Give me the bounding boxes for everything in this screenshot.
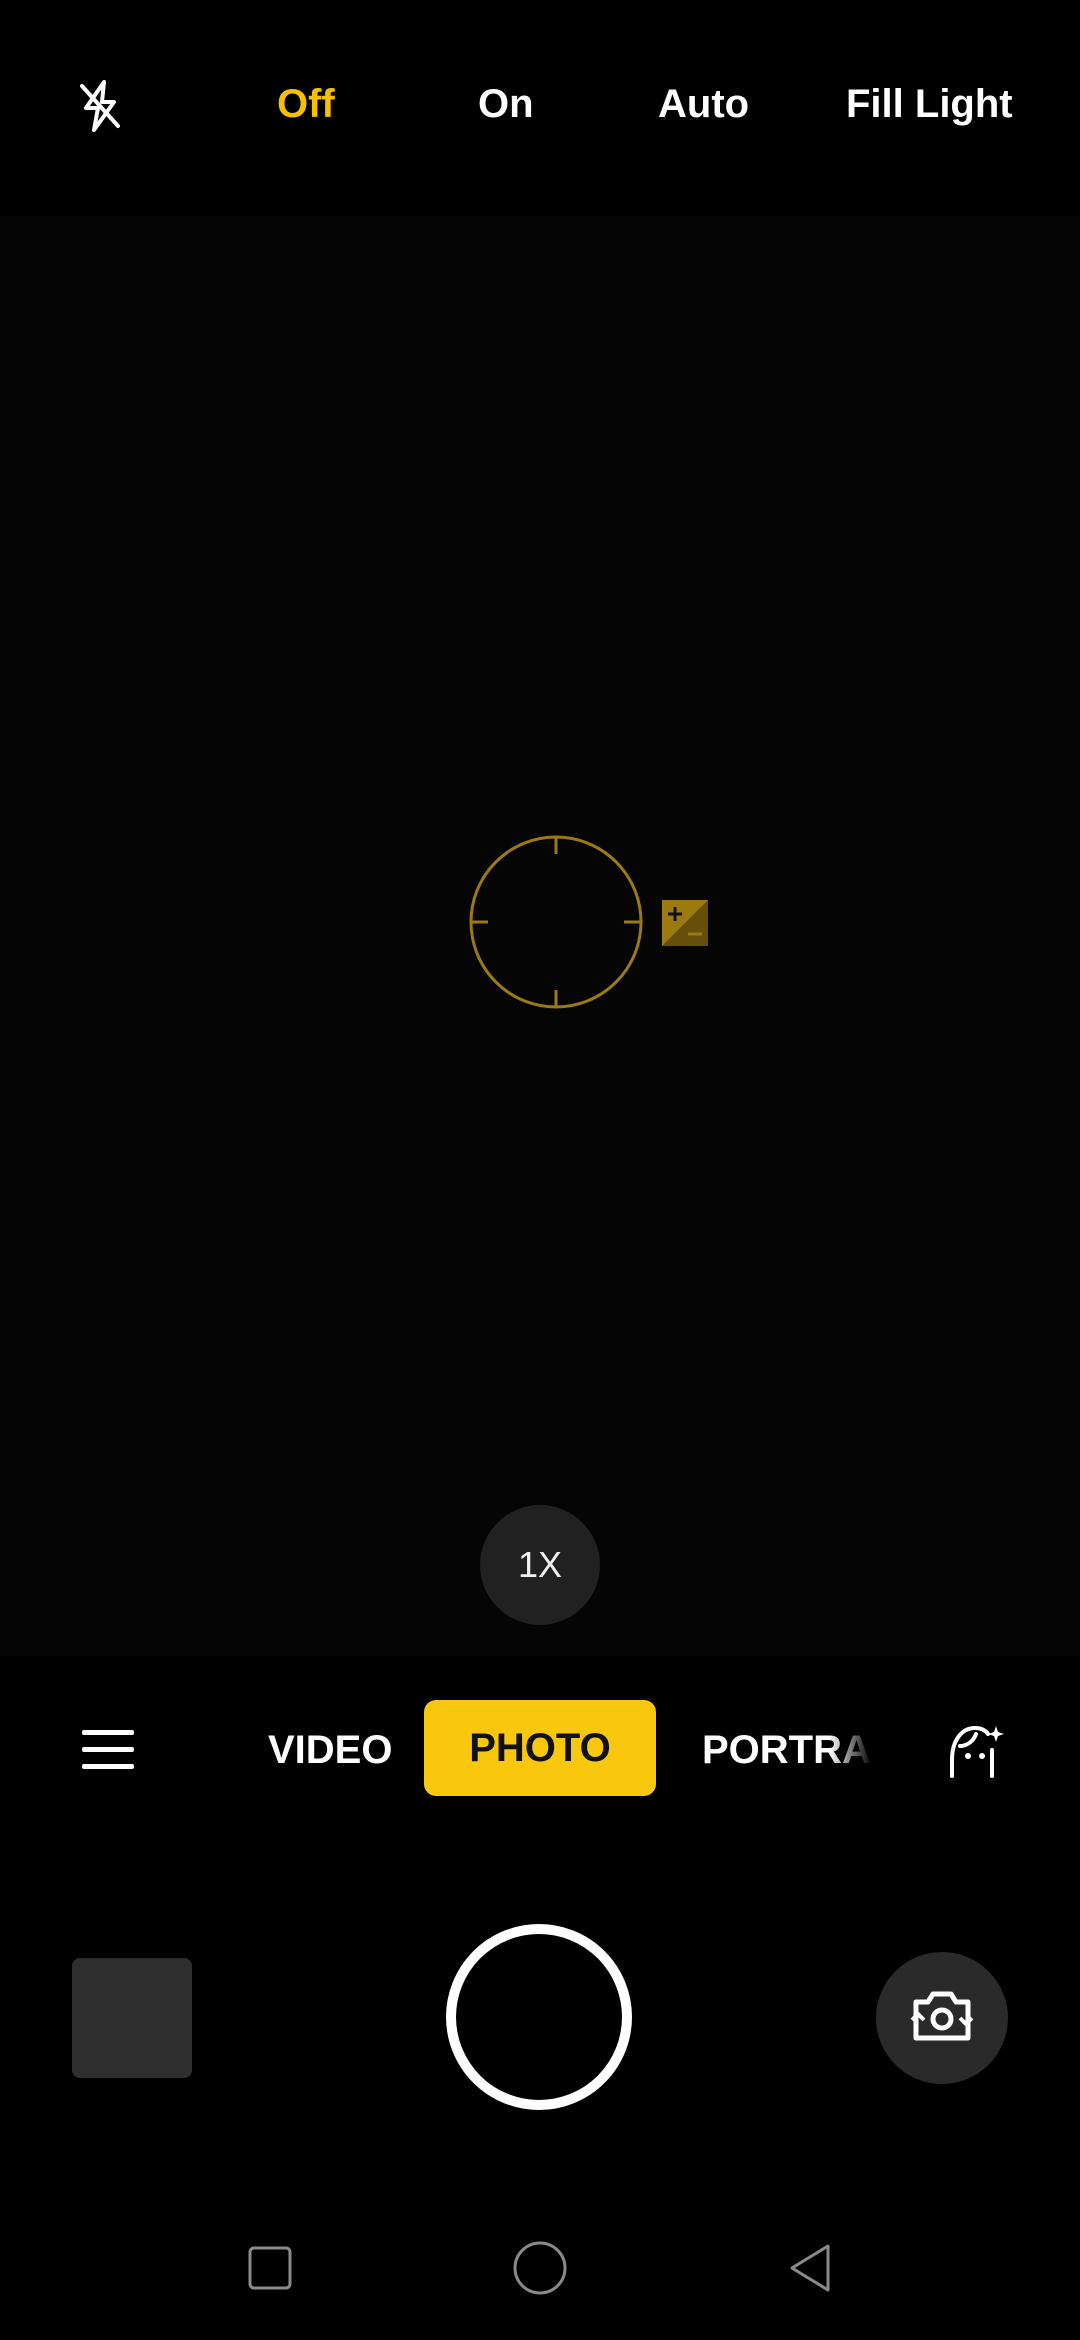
mode-video[interactable]: VIDEO (268, 1730, 392, 1770)
flash-option-auto[interactable]: Auto (658, 84, 749, 124)
back-icon[interactable] (786, 2240, 834, 2296)
recent-apps-icon[interactable] (246, 2244, 294, 2292)
exposure-compensation-icon[interactable] (660, 898, 710, 948)
mode-portrait[interactable]: PORTRAIT (702, 1730, 872, 1770)
gallery-thumbnail[interactable] (72, 1958, 192, 2078)
flash-option-on[interactable]: On (478, 84, 534, 124)
home-icon[interactable] (512, 2240, 568, 2296)
zoom-level-button[interactable]: 1X (480, 1505, 600, 1625)
switch-camera-button[interactable] (876, 1952, 1008, 2084)
menu-icon[interactable] (80, 1726, 136, 1774)
beauty-face-icon[interactable] (944, 1720, 1006, 1782)
mode-photo[interactable]: PHOTO (424, 1700, 656, 1796)
flash-off-icon[interactable] (70, 76, 130, 136)
flash-option-off[interactable]: Off (277, 84, 335, 124)
flash-option-fill-light[interactable]: Fill Light (846, 84, 1013, 124)
focus-ring-icon (468, 834, 644, 1010)
shutter-button[interactable] (446, 1924, 632, 2110)
switch-camera-icon (902, 1976, 982, 2061)
